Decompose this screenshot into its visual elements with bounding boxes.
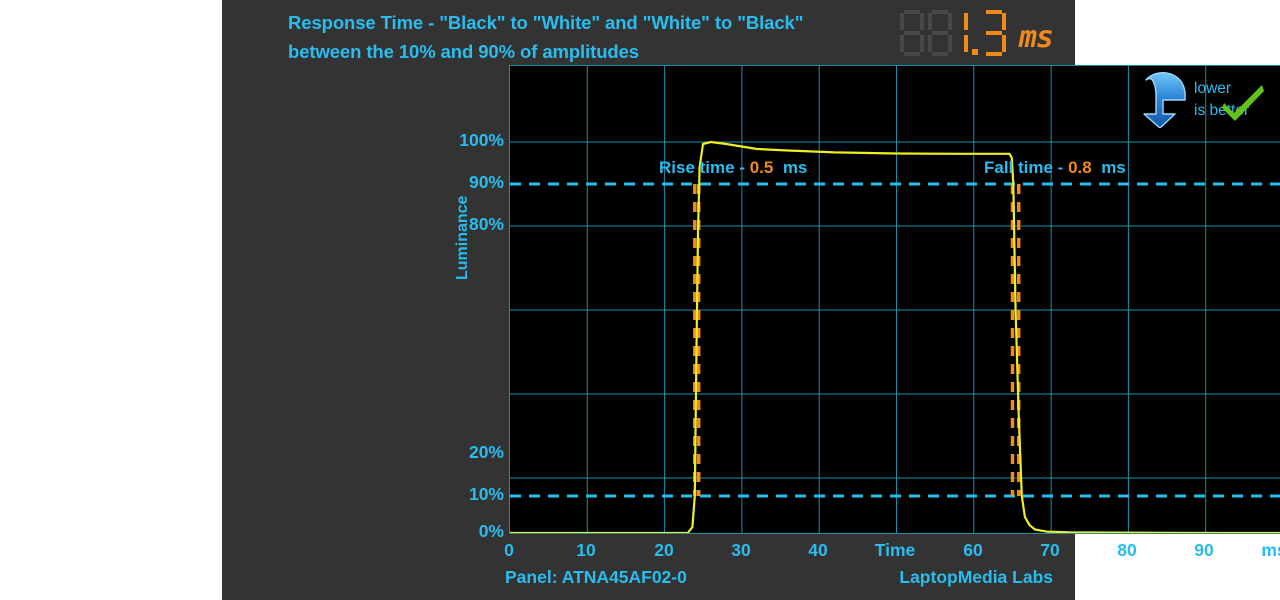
luminance-trace [510,140,1280,533]
lower-is-better-badge: lower is better [1138,70,1268,132]
vertical-gridlines [586,66,1207,533]
chart-title-line-1: Response Time - "Black" to "White" and "… [288,12,804,33]
fall-time-value: 0.8 [1068,158,1092,177]
panel-model-label: Panel: ATNA45AF02-0 [505,567,687,587]
ylabel-100: 100% [459,130,504,150]
fall-time-unit: ms [1101,158,1126,177]
ylabel-0: 0% [478,521,504,541]
readout-ghost-digit-2 [927,10,953,56]
horizontal-gridlines [510,141,1280,479]
fall-time-annotation: Fall time - 0.8 ms [984,158,1126,178]
rise-fall-markers [693,184,1021,496]
xlabel-70: 70 [1040,540,1060,560]
xlabel-90: 90 [1194,540,1214,560]
rise-time-value: 0.5 [749,158,774,177]
xlabel-10: 10 [576,540,596,560]
xlabel-30: 30 [731,540,751,560]
xlabel-0: 0 [504,540,514,560]
green-check-icon [1222,85,1264,121]
readout-digit-tenths [981,10,1007,56]
readout-digit-ones [955,10,969,56]
rise-time-unit: ms [782,158,808,177]
chart-panel: Response Time - "Black" to "White" and "… [222,0,1280,600]
readout-ghost-digit-1 [899,10,925,56]
plot-svg [510,66,1280,533]
xlabel-20: 20 [654,540,674,560]
readout-unit-label: ms [1018,19,1054,55]
rise-time-annotation: Rise time - 0.5 ms [659,158,807,178]
threshold-lines [510,182,1280,498]
chart-title-line-2: between the 10% and 90% of amplitudes [288,41,639,62]
lab-credit-label: LaptopMedia Labs [899,567,1053,587]
ylabel-10: 10% [468,484,504,504]
response-time-chart-image: Response Time - "Black" to "White" and "… [0,0,1280,600]
readout-decimal-point [971,49,978,55]
response-time-readout: ms [899,6,1054,60]
x-axis-title: Time [874,540,916,560]
fall-time-label: Fall time - [984,158,1064,177]
x-axis-unit: ms [1261,540,1280,560]
y-axis-title: Luminance [454,195,471,280]
xlabel-40: 40 [808,540,828,560]
chart-title-block: Response Time - "Black" to "White" and "… [288,8,848,66]
ylabel-20: 20% [468,442,504,462]
rise-time-label: Rise time - [659,158,745,177]
xlabel-80: 80 [1117,540,1137,560]
ylabel-80: 80% [468,214,504,234]
curved-down-arrow-icon [1143,72,1186,129]
xlabel-60: 60 [963,540,983,560]
plot-area [509,65,1280,534]
ylabel-90: 90% [468,172,504,192]
